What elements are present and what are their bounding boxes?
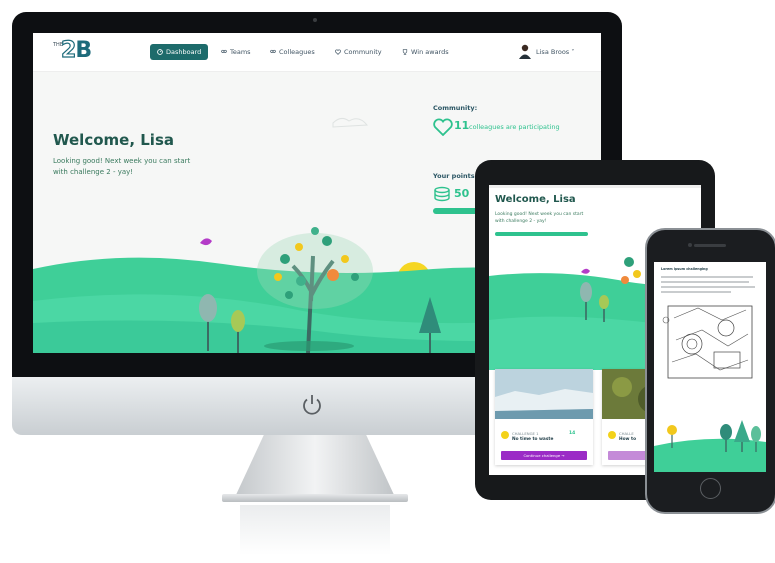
- challenge-image: [495, 369, 593, 419]
- community-count: 11: [454, 119, 470, 132]
- tablet-subtitle-line-1: Looking good! Next week you can start: [495, 212, 584, 217]
- power-icon[interactable]: [300, 393, 324, 417]
- phone-screen: Lorem ipsum challenging: [654, 262, 766, 472]
- logo[interactable]: 2B: [60, 37, 92, 63]
- imac-camera: [313, 18, 317, 22]
- phone-camera: [688, 243, 692, 247]
- phone-landscape-illustration: [654, 420, 766, 472]
- teams-icon: [221, 49, 227, 53]
- challenge-badge: [501, 431, 509, 439]
- tablet-points-bar: [495, 232, 588, 236]
- challenge-points: 14: [569, 431, 576, 436]
- dashboard-icon: [157, 49, 163, 55]
- logo-b: B: [75, 38, 92, 63]
- avatar[interactable]: [518, 43, 532, 59]
- nav-colleagues[interactable]: Colleagues: [270, 48, 315, 56]
- points-label: Your points:: [433, 172, 478, 180]
- welcome-subtitle-line-1: Looking good! Next week you can start: [53, 157, 191, 165]
- community-label: Community:: [433, 104, 478, 112]
- challenge-badge: [608, 431, 616, 439]
- challenge-card[interactable]: CHALLENGE 1 No time to waste 14 Continue…: [495, 369, 593, 465]
- phone-text-line: [661, 286, 755, 288]
- phone-speaker: [694, 244, 726, 247]
- heart-icon: [335, 49, 341, 55]
- welcome-subtitle: Looking good! Next week you can start wi…: [53, 156, 203, 178]
- top-navigation: THE 2B Dashboard Teams Colleagues Commun…: [33, 33, 601, 72]
- nav-colleagues-label: Colleagues: [279, 48, 315, 56]
- nav-community[interactable]: Community: [335, 48, 382, 56]
- phone-text-line: [661, 281, 749, 283]
- imac-stand-base: [222, 494, 408, 502]
- tablet-top-bar: [489, 185, 701, 188]
- phone-sketch-diagram: [662, 305, 753, 379]
- nav-win-awards[interactable]: Win awards: [402, 48, 449, 56]
- trophy-icon: [402, 49, 408, 55]
- tablet-welcome-subtitle: Looking good! Next week you can start wi…: [495, 211, 595, 225]
- nav-teams-label: Teams: [230, 48, 251, 56]
- challenge-title: How to: [619, 437, 637, 442]
- logo-two: 2: [60, 37, 77, 63]
- tablet-page-title: Welcome, Lisa: [495, 194, 576, 205]
- colleagues-icon: [270, 49, 276, 53]
- phone-article-title: Lorem ipsum challenging: [661, 267, 708, 271]
- community-heart-icon: [433, 118, 453, 136]
- challenge-number: CHALLE: [619, 431, 634, 436]
- user-menu[interactable]: Lisa Broos ˅: [536, 48, 575, 56]
- page-title: Welcome, Lisa: [53, 131, 174, 149]
- phone-home-button[interactable]: [700, 478, 721, 499]
- nav-teams[interactable]: Teams: [221, 48, 251, 56]
- imac-reflection: [240, 505, 390, 555]
- welcome-subtitle-line-2: with challenge 2 - yay!: [53, 168, 134, 176]
- points-value: 50: [454, 187, 470, 200]
- nav-community-label: Community: [344, 48, 382, 56]
- community-text: colleagues are participating: [469, 123, 560, 131]
- challenge-number: CHALLENGE 1: [512, 431, 539, 436]
- phone-text-line: [661, 276, 753, 278]
- tablet-subtitle-line-2: with challenge 2 - yay!: [495, 219, 547, 224]
- imac-stand: [235, 435, 395, 497]
- phone-text-line: [661, 291, 731, 293]
- coins-icon: [434, 186, 450, 202]
- challenge-title: No time to waste: [512, 437, 554, 442]
- nav-dashboard-label: Dashboard: [166, 48, 202, 56]
- nav-dashboard[interactable]: Dashboard: [150, 44, 209, 60]
- continue-challenge-button[interactable]: Continue challenge →: [501, 451, 587, 460]
- nav-win-awards-label: Win awards: [411, 48, 449, 56]
